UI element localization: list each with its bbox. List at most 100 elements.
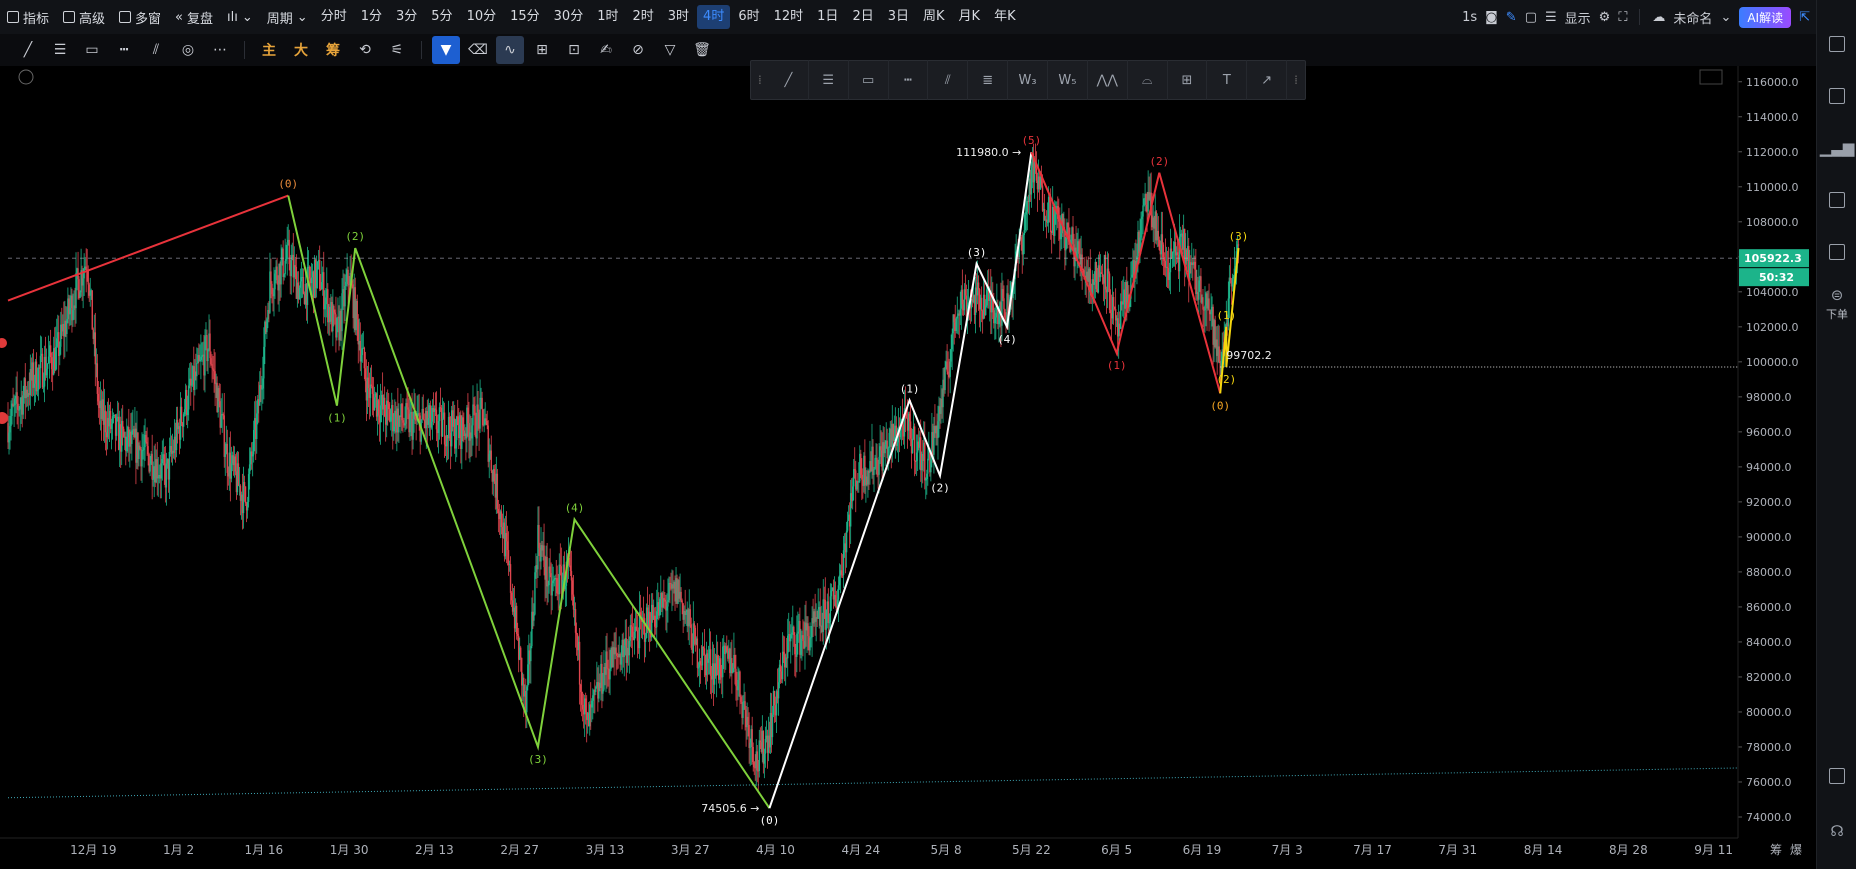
period-option[interactable]: 3时 [662,5,695,29]
gear-icon[interactable]: ⚙ [1599,10,1611,25]
period-option[interactable]: 3分 [390,5,423,29]
line-tool-icon[interactable]: ╱ [769,60,809,100]
sidebar-item-layout[interactable] [1817,750,1856,802]
period-option[interactable]: 12时 [768,5,810,29]
range-tool-icon[interactable]: ┅ [889,60,929,100]
wave-label: (3) [967,246,987,259]
advanced-button[interactable]: 高级 [56,0,112,34]
trendline-icon[interactable]: ╱ [14,36,42,64]
pattern-tool-icon[interactable]: ⋀⋀ [1088,60,1128,100]
horizontal-lines-icon[interactable]: ☰ [46,36,74,64]
candle-body [1218,346,1220,362]
chart-type-button[interactable]: ılı ⌄ [220,0,260,34]
candle-body [602,689,604,694]
box-tool-icon[interactable]: ⊞ [1168,60,1208,100]
period-option[interactable]: 2时 [626,5,659,29]
candle-body [383,397,386,417]
hide-icon[interactable]: ⊘ [624,36,652,64]
channel-tool-icon[interactable]: ⫽ [928,60,969,100]
period-option[interactable]: 15分 [504,5,546,29]
period-option[interactable]: 6时 [732,5,765,29]
edit-icon[interactable]: ✍ [592,36,620,64]
candle-body [1101,273,1104,278]
period-option[interactable]: 1日 [811,5,844,29]
window-icon[interactable]: ▢ [1525,10,1537,25]
more-tools-icon[interactable]: ⋯ [206,36,234,64]
candle-body [851,486,854,502]
refresh-interval[interactable]: 1s [1462,10,1477,25]
candle-body [716,655,719,670]
pencil-icon[interactable]: ✎ [1506,10,1517,25]
period-option[interactable]: 1时 [591,5,624,29]
price-chart[interactable]: (0) (1) (2) (3) (4) (0) (1) (2) (3) (4) (5) (1) (2) (… [0,66,1816,869]
display-button[interactable]: 显示 [1565,8,1591,27]
ai-explain-button[interactable]: AI解读 [1739,6,1792,28]
sync-icon[interactable]: ⟲ [351,36,379,64]
main-force-button[interactable]: 主 [255,36,283,64]
candle-body [726,646,728,651]
drag-handle-icon[interactable]: ⁞ [751,73,769,87]
share-icon[interactable]: ⇱ [1799,10,1810,25]
x-tick-label: 1月 2 [163,843,194,857]
wave5-tool-icon[interactable]: W₅ [1048,60,1088,100]
period-option[interactable]: 1分 [355,5,388,29]
candle-body [547,585,549,587]
candle-body [457,416,459,426]
price-annotation: 111980.0 → [956,146,1021,159]
sidebar-item-etf[interactable] [1817,226,1856,278]
eraser-icon[interactable]: ⌫ [464,36,492,64]
layout-name[interactable]: 未命名 [1673,8,1712,27]
filter-icon[interactable]: ▽ [656,36,684,64]
fullscreen-icon[interactable]: ⛶ [1618,10,1627,25]
x-tick-label: 12月 19 [70,843,116,857]
bookmark-icon[interactable]: ▼ [432,36,460,64]
large-order-button[interactable]: 大 [287,36,315,64]
period-dropdown[interactable]: 周期 ⌄ [260,0,315,34]
sidebar-item-monitor[interactable] [1817,174,1856,226]
period-option[interactable]: 4时 [697,5,731,29]
period-option[interactable]: 2日 [846,5,879,29]
candle-body [584,698,587,713]
spiral-icon[interactable]: ◎ [174,36,202,64]
shape-tool-icon[interactable]: ⌓ [1128,60,1168,100]
period-option[interactable]: 周K [917,5,951,29]
more-icon[interactable]: ⁞ [1287,73,1305,87]
candle-body [85,266,87,271]
ruler-icon[interactable]: ┅ [110,36,138,64]
period-option[interactable]: 5分 [425,5,458,29]
period-option[interactable]: 30分 [548,5,590,29]
measure-icon[interactable]: ⚟ [383,36,411,64]
rect-tool-icon[interactable]: ▭ [849,60,889,100]
period-option[interactable]: 年K [988,5,1022,29]
binoculars-icon[interactable]: ⊞ [528,36,556,64]
sidebar-item-order[interactable]: ⊜ 下单 [1817,278,1856,330]
rectangle-icon[interactable]: ▭ [78,36,106,64]
replay-button[interactable]: « 复盘 [168,0,220,34]
trash-icon[interactable]: 🗑 [688,36,716,64]
sidebar-item-trends[interactable]: ▁▃▆ [1817,122,1856,174]
text-tool-icon[interactable]: T [1207,60,1248,100]
arrow-tool-icon[interactable]: ↗ [1247,60,1288,100]
period-option[interactable]: 月K [953,5,987,29]
multi-window-button[interactable]: 多窗 [112,0,168,34]
list-icon[interactable]: ☰ [1545,10,1557,25]
sidebar-item-support[interactable]: ☊ [1817,805,1856,857]
period-option[interactable]: 10分 [461,5,503,29]
period-option[interactable]: 分时 [315,5,353,29]
magnet-icon[interactable]: ∿ [496,36,524,64]
indicators-button[interactable]: 指标 [0,0,56,34]
parallel-channel-icon[interactable]: ⫽ [142,36,170,64]
candle-body [276,266,278,281]
candle-body [913,426,916,461]
camera-icon[interactable]: ◙ [1485,10,1498,25]
chevron-down-icon[interactable]: ⌄ [1720,10,1731,25]
wave3-tool-icon[interactable]: W₃ [1008,60,1048,100]
fib-tool-icon[interactable]: ≣ [968,60,1009,100]
chip-distribution-button[interactable]: 筹 [319,36,347,64]
candle-body [222,414,224,416]
sidebar-item-notes[interactable] [1817,18,1856,70]
sidebar-item-orderbook[interactable] [1817,70,1856,122]
lock-icon[interactable]: ⊡ [560,36,588,64]
hline-tool-icon[interactable]: ☰ [809,60,849,100]
period-option[interactable]: 3日 [882,5,915,29]
